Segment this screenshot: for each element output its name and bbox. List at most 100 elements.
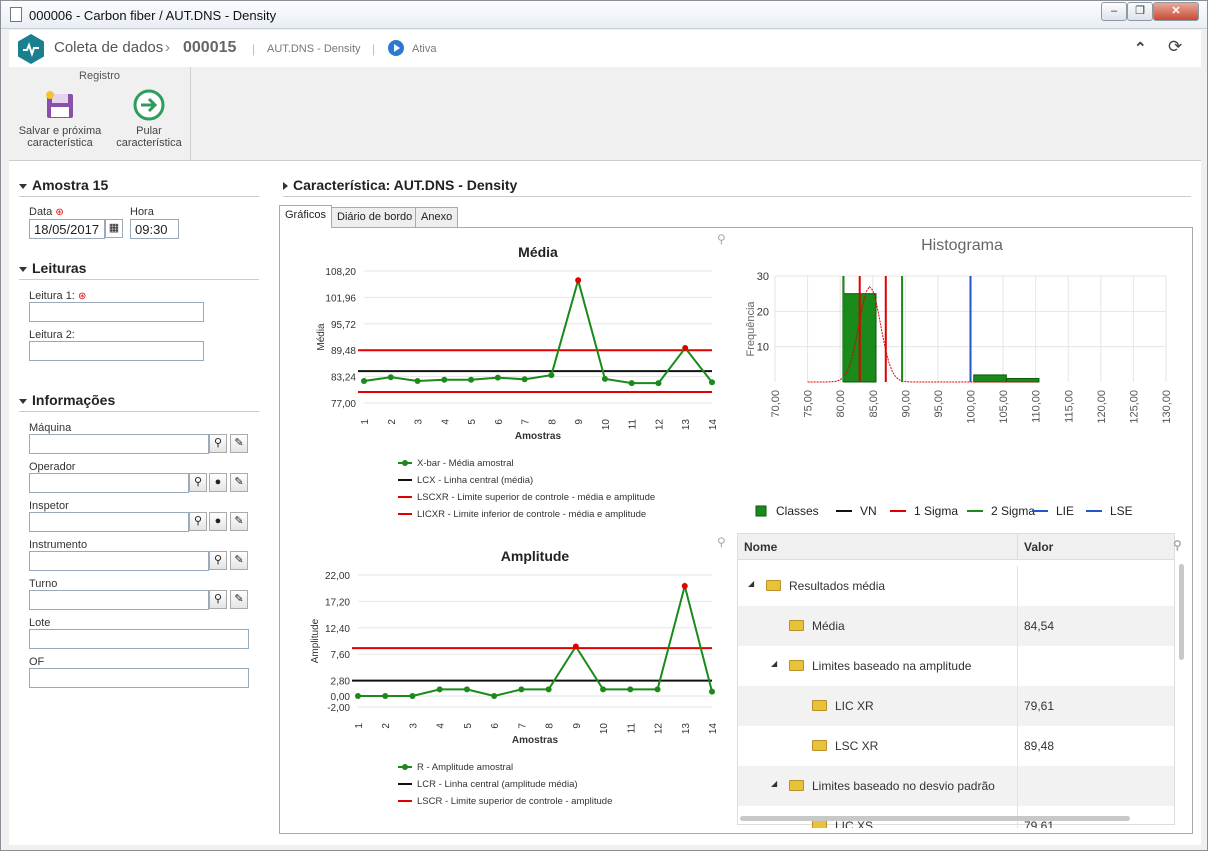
x-tick-label: 11 [626,723,637,734]
search-icon[interactable]: ⚲ [189,473,207,492]
legend-entry: LCR - Linha central (amplitude média) [417,779,578,790]
grid-header: Nome Valor ⚲ [738,534,1182,560]
zoom-icon[interactable]: ⚲ [717,535,726,549]
data-point [709,688,715,695]
y-tick-label: 10 [757,342,769,354]
clear-brush-icon[interactable]: ✎ [230,551,248,570]
reading1-label: Leitura 1: ⊛ [29,290,87,302]
x-tick-label: 80,00 [835,390,847,418]
save-next-button[interactable]: Salvar e próxima característica [13,87,107,149]
grid-row[interactable]: LIC XR 79,61 [738,686,1174,726]
tab-diario[interactable]: Diário de bordo [331,207,419,227]
search-icon[interactable]: ⚲ [209,590,227,609]
data-point [682,345,689,351]
time-field[interactable]: 09:30 [130,219,179,239]
x-tick-label: 105,00 [998,390,1010,424]
reading2-input[interactable] [29,341,204,361]
clear-brush-icon[interactable]: ✎ [230,512,248,531]
expand-toggle-icon[interactable]: ◢ [748,579,754,588]
refresh-icon[interactable]: ⟳ [1168,37,1182,57]
calendar-icon[interactable]: ▦ [105,219,123,238]
of-input[interactable] [29,668,249,688]
row-value: 89,48 [1024,739,1055,753]
breadcrumb-module[interactable]: Coleta de dados [54,39,163,56]
date-field[interactable]: 18/05/2017 [29,219,105,239]
x-tick-label: 8 [547,419,558,425]
user-icon[interactable]: ● [209,512,227,531]
record-item: AUT.DNS - Density [267,43,361,55]
row-value: 84,54 [1024,619,1055,633]
reading2-label: Leitura 2: [29,329,75,341]
series-line [363,276,713,385]
inspector-input[interactable] [29,512,189,532]
y-axis-label: Frequência [745,301,757,357]
grid-row[interactable]: ◢ Resultados média [738,566,1174,606]
y-tick-label: 30 [757,271,769,283]
x-tick-label: 115,00 [1063,390,1075,423]
close-button[interactable]: ✕ [1153,2,1199,21]
folder-icon [812,740,827,751]
x-tick-label: 12 [654,419,665,431]
y-tick-label: 95,72 [331,320,356,331]
grid-row[interactable]: ◢ Limites baseado na amplitude [738,646,1174,686]
clear-brush-icon[interactable]: ✎ [230,434,248,453]
tab-graficos[interactable]: Gráficos [279,205,332,228]
window-title: 000006 - Carbon fiber / AUT.DNS - Densit… [29,8,277,23]
lot-input[interactable] [29,629,249,649]
clear-brush-icon[interactable]: ✎ [230,473,248,492]
data-point [463,686,470,693]
data-point [494,374,501,381]
row-name: LSC XR [835,739,879,753]
expand-toggle-icon[interactable]: ◢ [771,659,777,668]
user-icon[interactable]: ● [209,473,227,492]
x-tick-label: 125,00 [1128,390,1140,424]
maximize-button[interactable]: ❐ [1127,2,1153,21]
instrument-input[interactable] [29,551,209,571]
minimize-button[interactable]: ‒ [1101,2,1127,21]
reading1-input[interactable] [29,302,204,322]
lot-label: Lote [29,617,51,629]
column-valor[interactable]: Valor [1024,540,1053,554]
data-point [387,374,394,381]
column-nome[interactable]: Nome [744,540,777,554]
x-tick-label: 13 [681,723,692,735]
sample-section-title[interactable]: Amostra 15 [19,177,108,193]
operator-input[interactable] [29,473,189,493]
tab-anexo[interactable]: Anexo [415,207,459,227]
zoom-icon[interactable]: ⚲ [717,232,726,246]
x-tick-label: 4 [436,723,447,729]
normal-curve [807,285,1036,383]
collapse-icon[interactable]: ⌃ [1134,39,1147,57]
horizontal-scrollbar[interactable] [740,816,1130,821]
time-label: Hora [130,206,154,218]
data-point [572,643,579,650]
search-icon[interactable]: ⚲ [1173,538,1182,552]
data-point [681,583,688,589]
machine-input[interactable] [29,434,209,454]
legend-entry: R - Amplitude amostral [417,762,513,773]
clear-brush-icon[interactable]: ✎ [230,590,248,609]
mean-chart: Média108,20101,9695,7289,4883,2477,001 2 3… [316,244,719,520]
info-section-title[interactable]: Informações [19,392,115,408]
histogram-bar [973,374,1007,383]
chart-title: Média [518,244,558,260]
x-axis-label: Amostras [515,431,562,442]
readings-section-title[interactable]: Leituras [19,260,86,276]
y-tick-label: 89,48 [331,346,356,357]
x-tick-label: 10 [599,723,610,735]
grid-row[interactable]: LSC XR 89,48 [738,726,1174,766]
expand-toggle-icon[interactable]: ◢ [771,779,777,788]
shift-input[interactable] [29,590,209,610]
vertical-scrollbar[interactable] [1179,564,1184,660]
shift-label: Turno [29,578,58,590]
x-tick-label: 130,00 [1161,390,1173,424]
search-icon[interactable]: ⚲ [209,434,227,453]
search-icon[interactable]: ⚲ [209,551,227,570]
grid-row[interactable]: Média 84,54 [738,606,1174,646]
data-point [601,375,608,382]
data-point [575,277,582,284]
skip-button[interactable]: Pular característica [109,87,189,149]
grid-row[interactable]: ◢ Limites baseado no desvio padrão [738,766,1174,806]
app-window: 000006 - Carbon fiber / AUT.DNS - Densit… [0,0,1208,851]
search-icon[interactable]: ⚲ [189,512,207,531]
